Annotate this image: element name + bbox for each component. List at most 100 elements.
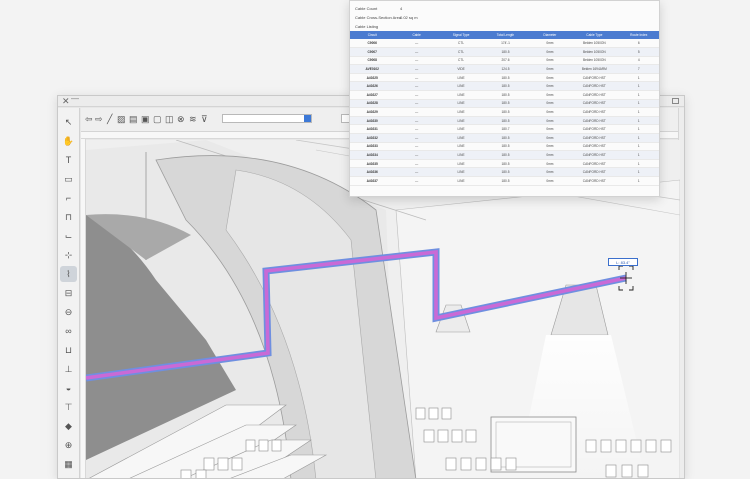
walkthrough-icon[interactable]: ≋ [189, 114, 197, 125]
table-cell: 1 [616, 81, 659, 92]
filter-icon[interactable]: ⊽ [201, 114, 208, 125]
connector-tool-icon[interactable]: ⊟ [60, 285, 77, 301]
shape-tool-icon[interactable]: ▭ [60, 171, 77, 187]
table-cell: CANFORD HST [572, 90, 617, 100]
table-cell: 180.5 [483, 167, 528, 177]
class-dropdown[interactable] [222, 114, 312, 123]
table-cell: CANFORD HST [572, 167, 617, 177]
table-cell: Belden 1694ARM [572, 64, 617, 74]
cable-tool-icon[interactable]: ⌇ [60, 266, 77, 282]
selection-tool-icon[interactable]: ↖ [60, 114, 77, 130]
table-row[interactable]: C9008— CTL 207.6 0mm Belden 1050ON 4 [350, 56, 659, 66]
drill-tool-icon[interactable]: ⊤ [60, 399, 77, 415]
length-readout[interactable]: L: 83.4" [608, 258, 638, 266]
hook-tool-icon[interactable]: ⌙ [60, 228, 77, 244]
table-cell: 180.5 [483, 73, 528, 83]
table-cell: LINE [438, 73, 484, 83]
table-cell: 180.5 [483, 150, 528, 160]
table-cell: A40226 [350, 81, 395, 92]
table-cell: CANFORD HST [572, 116, 617, 126]
stair-tool-icon[interactable]: ⌐ [60, 190, 77, 206]
table-cell: LINE [438, 116, 484, 126]
table-row[interactable]: A40228— LINE 180.5 0mm CANFORD HST 1 [350, 99, 659, 109]
table-cell: 1 [616, 150, 659, 160]
hatch-icon[interactable]: ▨ [117, 114, 126, 125]
column-header[interactable]: Circuit [350, 31, 395, 39]
table-cell: 1 [616, 124, 659, 135]
table-row[interactable]: A40229— LINE 180.5 0mm CANFORD HST 1 [350, 107, 659, 117]
speaker-tool-icon[interactable]: ◒ [60, 380, 77, 396]
table-cell: CANFORD HST [572, 142, 617, 152]
chain-tool-icon[interactable]: ∞ [60, 323, 77, 339]
table-cell: A40235 [350, 159, 395, 169]
column-header[interactable]: Route Index [616, 31, 659, 39]
table-cell: LINE [438, 176, 484, 186]
table-cell: A40229 [350, 107, 395, 117]
line-icon[interactable]: ╱ [107, 114, 112, 125]
cable-count-label: Cable Count [355, 6, 378, 11]
table-cell: CANFORD HST [572, 73, 617, 83]
table-row[interactable]: A40237— LINE 180.5 0mm CANFORD HST 1 [350, 176, 659, 186]
coax-tool-icon[interactable]: ⊖ [60, 304, 77, 320]
bridge-tool-icon[interactable]: ⊔ [60, 342, 77, 358]
table-cell: — [394, 133, 439, 143]
column-header[interactable]: Diameter [527, 31, 573, 39]
flyover-icon[interactable]: ⊗ [177, 114, 185, 125]
pulse-tool-icon[interactable]: ⊓ [60, 209, 77, 225]
column-header[interactable]: Cable [394, 31, 439, 39]
pan-tool-icon[interactable]: ✋ [60, 133, 77, 149]
table-cell: A40237 [350, 176, 395, 186]
table-cell: 0mm [527, 64, 573, 74]
table-row[interactable]: A40225— LINE 180.5 0mm CANFORD HST 1 [350, 73, 659, 83]
table-row[interactable]: A40233— LINE 180.5 0mm CANFORD HST 1 [350, 142, 659, 152]
table-cell: VIDE [438, 64, 484, 74]
table-row[interactable]: A40230— LINE 180.5 0mm CANFORD HST 1 [350, 116, 659, 126]
table-cell: A40232 [350, 133, 395, 143]
view-settings-icon[interactable]: ▢ [153, 114, 162, 125]
minimize-icon[interactable]: — [71, 96, 79, 103]
layers-icon[interactable]: ▤ [129, 114, 138, 125]
table-cell: 1 [616, 133, 659, 143]
table-cell: 0mm [527, 73, 573, 83]
camera-icon[interactable]: ◫ [165, 114, 174, 125]
table-cell: — [394, 142, 439, 152]
text-tool-icon[interactable]: T [60, 152, 77, 168]
column-header[interactable]: Signal Type [438, 31, 484, 39]
node-tool-icon[interactable]: ◆ [60, 418, 77, 434]
cable-count-value: 4 [400, 6, 403, 11]
junction-tool-icon[interactable]: ⊥ [60, 361, 77, 377]
table-cell: — [394, 56, 439, 66]
table-row[interactable]: A40231— LINE 180.7 0mm CANFORD HST 1 [350, 124, 659, 135]
forward-arrow-icon[interactable]: ⇨ [95, 114, 103, 125]
crosshair-tool-icon[interactable]: ⊹ [60, 247, 77, 263]
table-cell: — [394, 81, 439, 92]
render-mode-icon[interactable]: ▣ [141, 114, 150, 125]
table-row[interactable]: A40226— LINE 180.5 0mm CANFORD HST 1 [350, 81, 659, 92]
table-cell: 1 [616, 107, 659, 117]
table-cell: 4 [616, 56, 659, 66]
back-arrow-icon[interactable]: ⇦ [85, 114, 93, 125]
table-cell: 5 [616, 47, 659, 57]
column-header[interactable]: Cable Type [572, 31, 617, 39]
table-cell: A40228 [350, 99, 395, 109]
table-row[interactable]: A40234— LINE 180.5 0mm CANFORD HST 1 [350, 150, 659, 160]
table-cell: 0mm [527, 90, 573, 100]
table-row[interactable]: A40227— LINE 180.5 0mm CANFORD HST 1 [350, 90, 659, 100]
table-cell: A40227 [350, 90, 395, 100]
table-row[interactable]: C9007— CTL 180.5 0mm Belden 1050ON 5 [350, 47, 659, 57]
power-tool-icon[interactable]: ⊕ [60, 437, 77, 453]
table-row[interactable]: A40235— LINE 180.5 0mm CANFORD HST 1 [350, 159, 659, 169]
table-cell: — [394, 64, 439, 74]
table-row[interactable]: AVE0102— VIDE 124.5 0mm Belden 1694ARM 7 [350, 64, 659, 74]
table-row[interactable]: A40236— LINE 180.5 0mm CANFORD HST 1 [350, 167, 659, 177]
close-icon[interactable]: ✕ [62, 96, 70, 106]
cable-listing-table: Circuit Cable Signal Type Total Length Diame… [350, 31, 659, 186]
maximize-icon[interactable] [672, 98, 679, 104]
table-row[interactable]: C9006— CTL 174'-1 0mm Belden 1050ON 6 [350, 39, 659, 49]
table-row[interactable]: A40232— LINE 180.5 0mm CANFORD HST 1 [350, 133, 659, 143]
table-cell: 1 [616, 99, 659, 109]
column-header[interactable]: Total Length [483, 31, 528, 39]
table-cell: Belden 1050ON [572, 47, 617, 57]
grid-tool-icon[interactable]: ▦ [60, 456, 77, 472]
table-cell: Belden 1050ON [572, 39, 617, 49]
